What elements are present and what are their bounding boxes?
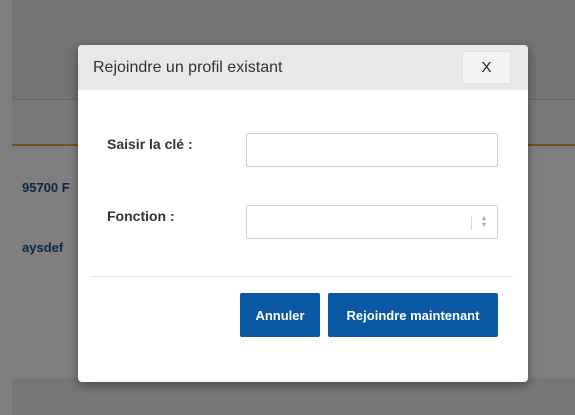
cancel-button[interactable]: Annuler: [240, 293, 320, 337]
select-separator: [471, 216, 472, 230]
dialog-header: Rejoindre un profil existant X: [78, 45, 528, 90]
function-label: Fonction :: [107, 208, 175, 224]
key-input[interactable]: [246, 133, 498, 167]
close-button[interactable]: X: [462, 51, 511, 84]
dialog-title: Rejoindre un profil existant: [93, 59, 283, 76]
join-profile-dialog: Rejoindre un profil existant X Saisir la…: [78, 45, 528, 382]
dialog-divider: [92, 276, 514, 277]
join-now-button[interactable]: Rejoindre maintenant: [328, 293, 498, 337]
up-down-arrows-icon: ▲ ▼: [480, 215, 488, 229]
key-label: Saisir la clé :: [107, 136, 193, 152]
function-select[interactable]: ▲ ▼: [246, 205, 498, 239]
